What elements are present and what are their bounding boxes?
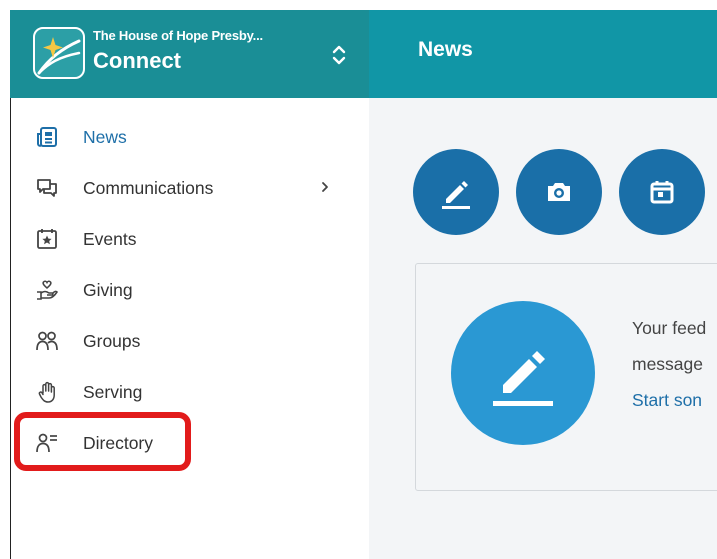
app-name: Connect	[93, 48, 181, 73]
chat-bubbles-icon	[37, 179, 57, 197]
chevron-up-down-icon	[332, 45, 346, 65]
pencil-icon	[493, 351, 553, 406]
camera-icon	[548, 183, 570, 201]
feed-empty-line-2: message	[632, 354, 704, 374]
sidebar-nav: News Communications Events Giving Groups…	[10, 98, 369, 559]
directory-highlight-annotation	[14, 412, 191, 471]
raised-hand-icon	[38, 381, 55, 403]
newspaper-icon	[37, 127, 57, 147]
top-bar: News	[369, 10, 717, 98]
app-window: The House of Hope Presby... Connect News…	[10, 10, 717, 559]
sidebar-item-communications[interactable]: Communications	[11, 166, 369, 210]
heart-hand-icon	[37, 280, 58, 300]
calendar-icon	[650, 181, 674, 204]
sidebar-item-serving[interactable]: Serving	[11, 370, 369, 414]
page-title: News	[418, 38, 473, 61]
add-photo-button[interactable]	[516, 149, 602, 235]
star-swoosh-icon	[37, 37, 81, 75]
organization-switcher[interactable]	[328, 40, 350, 70]
organization-name: The House of Hope Presby...	[93, 28, 263, 43]
sidebar-item-label: Groups	[83, 331, 141, 351]
sidebar-item-label: Events	[83, 229, 137, 249]
sidebar-item-giving[interactable]: Giving	[11, 268, 369, 312]
star-calendar-icon	[37, 229, 57, 249]
sidebar-item-label: Serving	[83, 382, 143, 402]
feed-empty-line-1: Your feed	[632, 318, 707, 338]
people-icon	[36, 331, 58, 351]
app-logo	[33, 27, 85, 79]
sidebar-item-label: Communications	[83, 178, 214, 198]
sidebar-item-label: Giving	[83, 280, 133, 300]
empty-feed-card: Your feed message Start son	[415, 263, 717, 491]
sidebar-item-news[interactable]: News	[11, 115, 369, 159]
sidebar-item-groups[interactable]: Groups	[11, 319, 369, 363]
main-content: Your feed message Start son	[369, 98, 717, 559]
feed-placeholder-icon	[451, 301, 595, 445]
start-post-link[interactable]: Start son	[632, 390, 702, 411]
pencil-icon	[442, 181, 470, 209]
write-post-button[interactable]	[413, 149, 499, 235]
sidebar-item-events[interactable]: Events	[11, 217, 369, 261]
sidebar-header: The House of Hope Presby... Connect	[10, 10, 369, 98]
sidebar-item-label: News	[83, 127, 127, 147]
add-event-button[interactable]	[619, 149, 705, 235]
chevron-right-icon	[322, 182, 328, 192]
